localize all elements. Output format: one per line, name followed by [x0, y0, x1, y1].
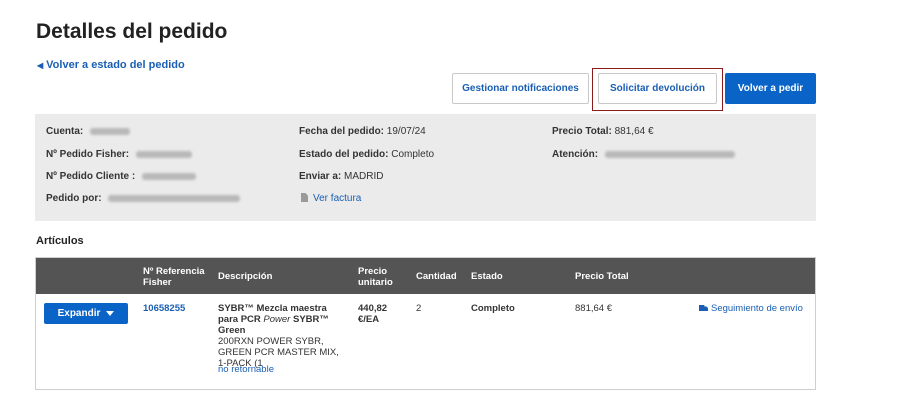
item-ref-link[interactable]: 10658255: [143, 303, 185, 314]
back-link-label: Volver a estado del pedido: [46, 59, 185, 71]
ordered-by-label: Pedido por:: [46, 193, 102, 204]
ship-to-field: Enviar a: MADRID: [299, 171, 383, 182]
account-value-redacted: [90, 127, 131, 135]
client-order-label: Nº Pedido Cliente :: [46, 171, 136, 182]
item-unit-price: 440,82 €/EA: [358, 303, 388, 325]
account-label: Cuenta:: [46, 126, 84, 137]
header-total: Precio Total: [575, 271, 629, 282]
items-table-header: Nº Referencia Fisher Descripción Precio …: [36, 258, 815, 294]
header-unit-price: Precio unitario: [358, 266, 393, 288]
total-price-label: Precio Total:: [552, 126, 612, 137]
document-icon: [301, 193, 308, 202]
manage-notifications-button[interactable]: Gestionar notificaciones: [452, 73, 589, 104]
header-description: Descripción: [218, 271, 273, 282]
back-to-order-status-link[interactable]: ◀ Volver a estado del pedido: [37, 59, 185, 71]
tracking-label: Seguimiento de envío: [711, 303, 803, 314]
items-section-title: Artículos: [36, 235, 84, 247]
attention-field: Atención:: [552, 149, 735, 160]
ship-to-value: MADRID: [344, 171, 384, 182]
view-invoice-link[interactable]: Ver factura: [301, 193, 361, 204]
order-status-field: Estado del pedido: Completo: [299, 149, 434, 160]
account-field: Cuenta:: [46, 126, 131, 137]
item-desc-title: SYBR™ Mezcla maestra para PCR Power SYBR…: [218, 303, 329, 336]
order-date-value: 19/07/24: [386, 126, 426, 137]
header-quantity: Cantidad: [416, 271, 457, 282]
request-return-button[interactable]: Solicitar devolución: [598, 73, 717, 104]
item-status: Completo: [471, 303, 515, 314]
ship-to-label: Enviar a:: [299, 171, 342, 182]
attention-value-redacted: [604, 150, 735, 158]
header-status: Estado: [471, 271, 503, 282]
item-total: 881,64 €: [575, 303, 612, 314]
truck-icon: [699, 305, 708, 311]
fisher-order-value-redacted: [135, 150, 192, 158]
expand-label: Expandir: [57, 308, 101, 319]
attention-label: Atención:: [552, 149, 599, 160]
client-order-value-redacted: [142, 172, 196, 180]
total-price-field: Precio Total: 881,64 €: [552, 126, 654, 137]
expand-button[interactable]: Expandir: [44, 303, 128, 324]
caret-left-icon: ◀: [37, 60, 44, 70]
fisher-order-field: Nº Pedido Fisher:: [46, 149, 192, 160]
order-date-field: Fecha del pedido: 19/07/24: [299, 126, 426, 137]
items-table: Nº Referencia Fisher Descripción Precio …: [35, 257, 816, 390]
client-order-field: Nº Pedido Cliente :: [46, 171, 196, 182]
item-quantity: 2: [416, 303, 422, 314]
ordered-by-field: Pedido por:: [46, 193, 241, 204]
view-invoice-label: Ver factura: [313, 193, 362, 204]
header-ref: Nº Referencia Fisher: [143, 266, 205, 288]
order-summary-panel: Cuenta: Nº Pedido Fisher: Nº Pedido Clie…: [35, 114, 816, 221]
reorder-button[interactable]: Volver a pedir: [725, 73, 816, 104]
non-returnable-link[interactable]: no retornable: [218, 364, 274, 375]
item-description: SYBR™ Mezcla maestra para PCR Power SYBR…: [218, 303, 346, 369]
page-title: Detalles del pedido: [36, 20, 228, 43]
fisher-order-label: Nº Pedido Fisher:: [46, 149, 130, 160]
caret-down-icon: [106, 311, 115, 316]
order-status-label: Estado del pedido:: [299, 149, 389, 160]
ordered-by-value-redacted: [108, 194, 241, 202]
total-price-value: 881,64 €: [614, 126, 654, 137]
order-date-label: Fecha del pedido:: [299, 126, 385, 137]
tracking-link[interactable]: Seguimiento de envío: [699, 303, 803, 314]
order-status-value: Completo: [391, 149, 435, 160]
